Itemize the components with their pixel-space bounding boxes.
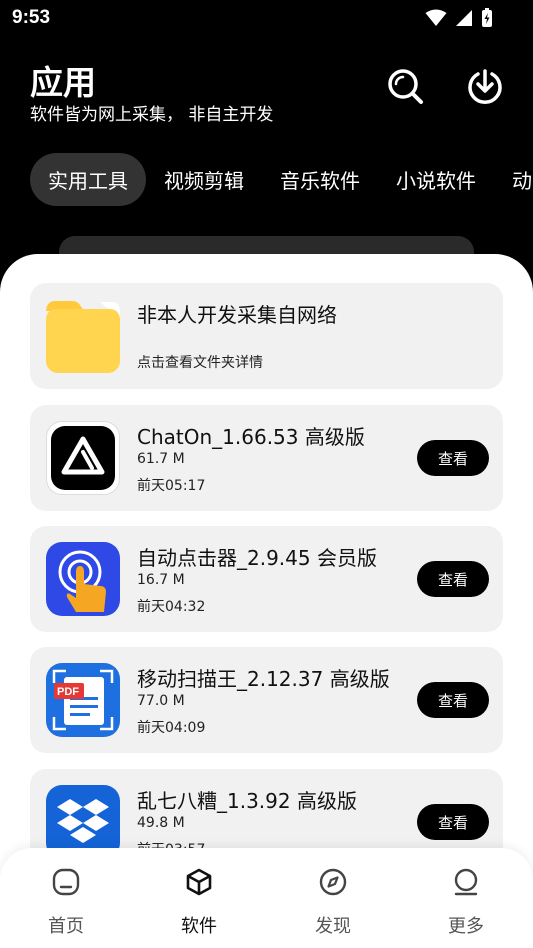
- app-size: 16.7 M: [137, 572, 185, 588]
- tab-video-editing[interactable]: 视频剪辑: [146, 153, 262, 206]
- tab-novel[interactable]: 小说软件: [378, 153, 494, 206]
- status-bar: 9:53: [0, 0, 533, 36]
- download-button[interactable]: [465, 66, 505, 106]
- search-button[interactable]: [385, 66, 425, 106]
- wifi-icon: [425, 9, 447, 26]
- page-title: 应用: [30, 63, 96, 102]
- app-size: 49.8 M: [137, 815, 185, 831]
- page-subtitle: 软件皆为网上采集， 非自主开发: [30, 105, 274, 125]
- folder-icon: [46, 299, 120, 373]
- status-icons: [425, 8, 493, 28]
- folder-card[interactable]: 非本人开发采集自网络 点击查看文件夹详情: [30, 283, 503, 389]
- view-button[interactable]: 查看: [417, 804, 489, 840]
- app-list-sheet: 非本人开发采集自网络 点击查看文件夹详情 ChatOn_1.66.53 高级版 …: [0, 254, 533, 948]
- download-icon: [468, 69, 502, 104]
- header: 应用 软件皆为网上采集， 非自主开发: [0, 36, 533, 146]
- app-name: 乱七八糟_1.3.92 高级版: [137, 789, 357, 813]
- list-item[interactable]: PDF 移动扫描王_2.12.37 高级版 77.0 M 前天04:09 查看: [30, 647, 503, 753]
- tab-music[interactable]: 音乐软件: [262, 153, 378, 206]
- user-icon: [450, 866, 482, 898]
- nav-label: 软件: [181, 916, 217, 937]
- app-time: 前天04:32: [137, 599, 206, 615]
- app-size: 77.0 M: [137, 693, 185, 709]
- view-button[interactable]: 查看: [417, 682, 489, 718]
- tab-tools[interactable]: 实用工具: [30, 153, 146, 206]
- app-time: 前天04:09: [137, 720, 206, 736]
- svg-text:PDF: PDF: [57, 686, 79, 698]
- list-item[interactable]: 自动点击器_2.9.45 会员版 16.7 M 前天04:32 查看: [30, 526, 503, 632]
- nav-home[interactable]: 首页: [21, 866, 111, 938]
- view-button[interactable]: 查看: [417, 440, 489, 476]
- nav-label: 发现: [315, 916, 351, 937]
- tab-anime[interactable]: 动: [494, 153, 533, 206]
- view-button[interactable]: 查看: [417, 561, 489, 597]
- nav-more[interactable]: 更多: [421, 866, 511, 938]
- app-name: ChatOn_1.66.53 高级版: [137, 425, 365, 449]
- list-item[interactable]: ChatOn_1.66.53 高级版 61.7 M 前天05:17 查看: [30, 405, 503, 511]
- app-name: 自动点击器_2.9.45 会员版: [137, 546, 377, 570]
- home-icon: [50, 866, 82, 898]
- status-time: 9:53: [12, 7, 51, 28]
- nav-discover[interactable]: 发现: [288, 866, 378, 938]
- bottom-nav: 首页 软件 发现 更多: [0, 848, 533, 948]
- nav-software[interactable]: 软件: [154, 866, 244, 938]
- folder-title: 非本人开发采集自网络: [137, 303, 337, 327]
- signal-icon: [456, 10, 472, 26]
- app-time: 前天05:17: [137, 478, 206, 494]
- app-size: 61.7 M: [137, 451, 185, 467]
- chaton-app-icon: [46, 421, 120, 495]
- scanner-app-icon: PDF: [46, 663, 120, 737]
- nav-label: 更多: [448, 916, 484, 937]
- search-icon: [388, 69, 423, 104]
- battery-icon: [482, 8, 492, 27]
- category-tabs: 实用工具 视频剪辑 音乐软件 小说软件 动: [30, 153, 533, 206]
- auto-clicker-app-icon: [46, 542, 120, 616]
- compass-icon: [317, 866, 349, 898]
- folder-hint: 点击查看文件夹详情: [137, 355, 263, 371]
- app-name: 移动扫描王_2.12.37 高级版: [137, 667, 390, 691]
- nav-label: 首页: [48, 916, 84, 937]
- cube-icon: [183, 866, 215, 898]
